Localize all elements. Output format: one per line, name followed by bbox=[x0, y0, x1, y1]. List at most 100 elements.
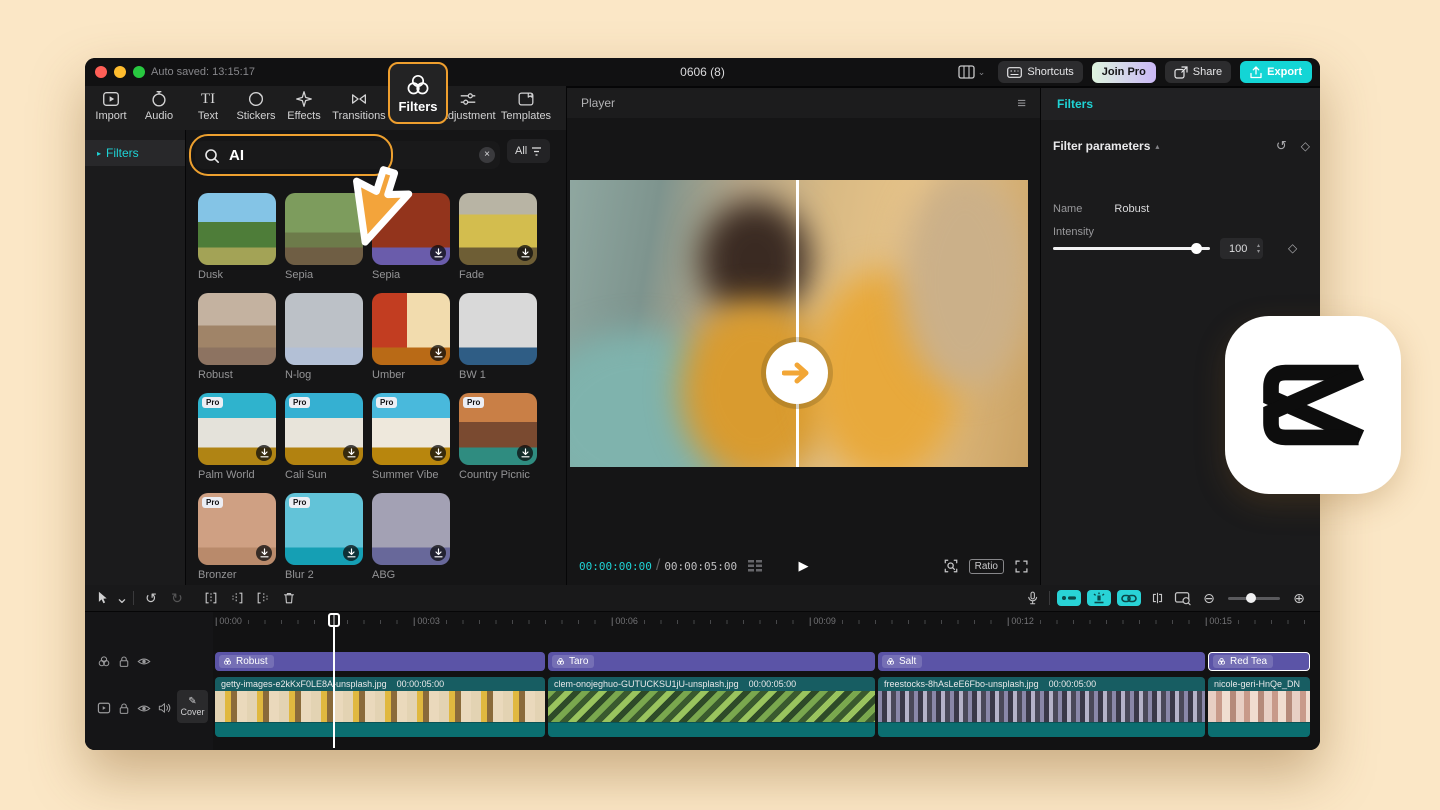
compare-toggle-button[interactable] bbox=[766, 342, 828, 404]
zoom-window-button[interactable] bbox=[133, 66, 145, 78]
share-button[interactable]: Share bbox=[1165, 61, 1231, 83]
download-icon[interactable] bbox=[430, 545, 446, 561]
filter-card[interactable]: ProSummer Vibe bbox=[372, 393, 450, 493]
app-window: Auto saved: 13:15:17 0606 (8) ⌄ Shortcut… bbox=[85, 58, 1320, 750]
compare-divider[interactable] bbox=[796, 180, 799, 467]
lock-icon[interactable] bbox=[118, 655, 130, 668]
filter-card[interactable]: ProPalm World bbox=[198, 393, 276, 493]
download-icon[interactable] bbox=[430, 245, 446, 261]
delete-left-button[interactable] bbox=[224, 588, 250, 608]
eye-icon[interactable] bbox=[137, 703, 151, 714]
auto-snap-toggle[interactable] bbox=[1087, 590, 1111, 606]
reset-icon[interactable]: ↺ bbox=[1276, 138, 1287, 154]
intensity-slider-thumb[interactable] bbox=[1191, 243, 1202, 254]
zoom-out-button[interactable]: ⊖ bbox=[1196, 588, 1222, 608]
filter-card-label: Country Picnic bbox=[459, 469, 537, 481]
sidebar-item-filters[interactable]: ▸ Filters bbox=[85, 140, 185, 166]
filter-card[interactable]: ProBronzer bbox=[198, 493, 276, 593]
collapse-icon[interactable]: ▴ bbox=[1155, 142, 1159, 151]
split-view-button[interactable] bbox=[1144, 588, 1170, 608]
main-track-magnet-toggle[interactable] bbox=[1057, 590, 1081, 606]
filter-card[interactable]: BW 1 bbox=[459, 293, 537, 393]
filter-card[interactable]: Robust bbox=[198, 293, 276, 393]
select-tool[interactable] bbox=[89, 588, 115, 608]
export-button[interactable]: Export bbox=[1240, 61, 1312, 83]
filter-card[interactable]: Sepia bbox=[285, 193, 363, 293]
clip-duration: 00:00:05:00 bbox=[397, 679, 445, 689]
filter-clip-icon bbox=[1217, 657, 1226, 666]
player-menu-icon[interactable]: ≡ bbox=[1017, 95, 1026, 112]
zoom-in-button[interactable]: ⊕ bbox=[1286, 588, 1312, 608]
video-clip-1[interactable]: getty-images-e2kKxF0LE8A-unsplash.jpg00:… bbox=[215, 677, 545, 737]
download-icon[interactable] bbox=[256, 545, 272, 561]
select-tool-chevron[interactable]: ⌄ bbox=[115, 588, 129, 608]
cover-label: Cover bbox=[180, 707, 204, 717]
download-icon[interactable] bbox=[517, 245, 533, 261]
tab-filters-active[interactable]: Filters bbox=[388, 62, 448, 124]
timeline-preview-button[interactable] bbox=[1170, 588, 1196, 608]
download-icon[interactable] bbox=[430, 445, 446, 461]
timeline-zoom-slider[interactable] bbox=[1228, 597, 1280, 600]
delete-right-button[interactable] bbox=[250, 588, 276, 608]
tab-transitions[interactable]: Transitions bbox=[331, 89, 387, 129]
undo-button[interactable]: ↺ bbox=[138, 588, 164, 608]
video-clip-4[interactable]: nicole-geri-HnQe_DN bbox=[1208, 677, 1310, 737]
intensity-keyframe-icon[interactable]: ◇ bbox=[1288, 241, 1297, 255]
filter-card[interactable]: ProCountry Picnic bbox=[459, 393, 537, 493]
layout-switcher[interactable]: ⌄ bbox=[958, 65, 986, 79]
fullscreen-icon[interactable] bbox=[1013, 558, 1030, 575]
preview-quality-icon[interactable] bbox=[942, 557, 960, 575]
play-button[interactable]: ▶ bbox=[799, 558, 809, 574]
redo-button[interactable]: ↻ bbox=[164, 588, 190, 608]
split-button[interactable] bbox=[198, 588, 224, 608]
download-icon[interactable] bbox=[517, 445, 533, 461]
inspector-tab-filters[interactable]: Filters bbox=[1057, 97, 1093, 111]
intensity-value-box[interactable]: 100 ▴ ▾ bbox=[1220, 238, 1263, 259]
record-voiceover-button[interactable] bbox=[1019, 588, 1045, 608]
download-icon[interactable] bbox=[256, 445, 272, 461]
all-filter-button[interactable]: All bbox=[507, 139, 550, 163]
download-icon[interactable] bbox=[430, 345, 446, 361]
intensity-stepper[interactable]: ▴ ▾ bbox=[1257, 238, 1260, 259]
eye-icon[interactable] bbox=[137, 656, 151, 667]
delete-button[interactable] bbox=[276, 588, 302, 608]
filter-clip-robust[interactable]: Robust bbox=[215, 652, 545, 671]
video-clip-3[interactable]: freestocks-8hAsLeE6Fbo-unsplash.jpg00:00… bbox=[878, 677, 1205, 737]
intensity-slider[interactable] bbox=[1053, 247, 1210, 250]
download-icon[interactable] bbox=[343, 445, 359, 461]
cover-button[interactable]: ✎ Cover bbox=[177, 690, 208, 723]
filter-card[interactable]: Umber bbox=[372, 293, 450, 393]
timeline-zoom-thumb[interactable] bbox=[1246, 593, 1256, 603]
filter-card[interactable]: N-log bbox=[285, 293, 363, 393]
filter-clip-salt[interactable]: Salt bbox=[878, 652, 1205, 671]
tab-templates[interactable]: Templates bbox=[498, 89, 554, 129]
clear-search-button[interactable]: × bbox=[479, 147, 495, 163]
frames-view-icon[interactable] bbox=[747, 559, 763, 573]
playhead[interactable] bbox=[333, 614, 335, 748]
filter-card[interactable]: ProCali Sun bbox=[285, 393, 363, 493]
playhead-handle[interactable] bbox=[328, 613, 340, 627]
video-clip-2[interactable]: clem-onojeghuo-GUTUCKSU1jU-unsplash.jpg0… bbox=[548, 677, 875, 737]
section-title: Filter parameters bbox=[1053, 139, 1150, 153]
lock-icon[interactable] bbox=[118, 702, 130, 715]
ratio-button[interactable]: Ratio bbox=[969, 559, 1004, 574]
minimize-window-button[interactable] bbox=[114, 66, 126, 78]
tab-audio[interactable]: Audio bbox=[131, 89, 187, 129]
link-toggle[interactable] bbox=[1117, 590, 1141, 606]
keyframe-diamond-icon[interactable]: ◇ bbox=[1301, 139, 1310, 153]
close-window-button[interactable] bbox=[95, 66, 107, 78]
filter-card[interactable]: ProBlur 2 bbox=[285, 493, 363, 593]
filter-clip-taro[interactable]: Taro bbox=[548, 652, 875, 671]
filter-card[interactable]: Fade bbox=[459, 193, 537, 293]
timeline-ruler[interactable]: |00:00 |00:03 |00:06 |00:09 |00:12 |00:1… bbox=[215, 612, 1320, 632]
shortcuts-button[interactable]: Shortcuts bbox=[998, 61, 1082, 83]
filter-card[interactable]: ABG bbox=[372, 493, 450, 593]
filter-card[interactable]: Dusk bbox=[198, 193, 276, 293]
speaker-icon[interactable] bbox=[158, 702, 171, 714]
step-down-icon[interactable]: ▾ bbox=[1257, 249, 1260, 255]
download-icon[interactable] bbox=[343, 545, 359, 561]
tab-effects[interactable]: Effects bbox=[276, 89, 332, 129]
join-pro-button[interactable]: Join Pro bbox=[1092, 62, 1156, 83]
tab-adjustment[interactable]: Adjustment bbox=[440, 89, 496, 129]
filter-clip-red-tea[interactable]: Red Tea bbox=[1208, 652, 1310, 671]
